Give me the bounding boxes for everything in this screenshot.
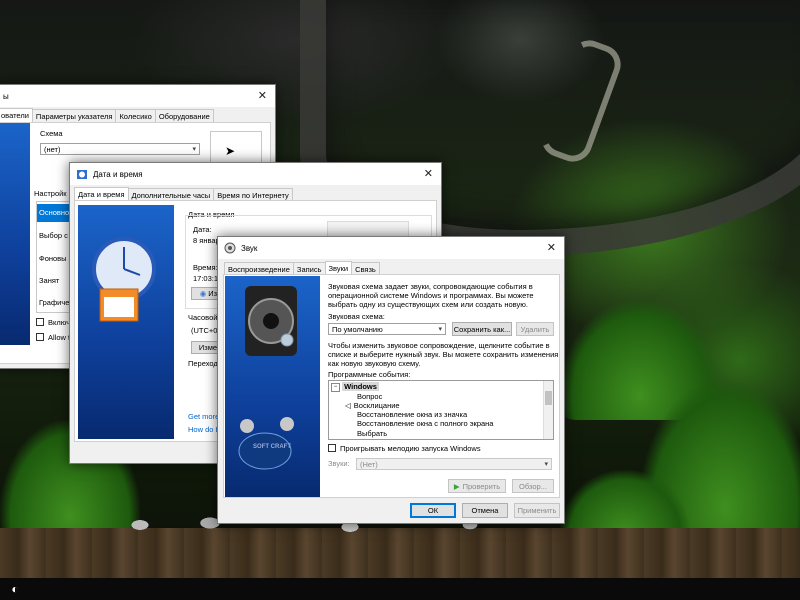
event-item[interactable]: Восстановление окна из значка: [357, 410, 467, 419]
enable-shadow-checkbox[interactable]: [36, 318, 44, 326]
allow-themes-checkbox[interactable]: [36, 333, 44, 341]
speaker-small-icon: ◁: [345, 401, 351, 410]
date-value: 8 январ: [193, 236, 220, 245]
close-icon[interactable]: ✕: [258, 89, 267, 102]
sound-scheme-label: Звуковая схема:: [328, 312, 385, 321]
play-startup-label: Проигрывать мелодию запуска Windows: [340, 444, 481, 453]
ok-button[interactable]: ОК: [410, 503, 456, 518]
collapse-icon[interactable]: −: [331, 382, 340, 392]
time-label: Время:: [193, 263, 218, 272]
chevron-down-icon: ▾: [438, 326, 442, 333]
pointer-preview-image: [0, 123, 30, 345]
cancel-button[interactable]: Отмена: [462, 503, 508, 518]
pointer-scheme-select[interactable]: (нет) ▾: [40, 143, 200, 155]
sound-scheme-select[interactable]: По умолчанию ▾: [328, 323, 446, 335]
timezone-label: Часовой: [188, 313, 218, 322]
mouse-window-title: ы: [3, 91, 9, 101]
play-startup-checkbox[interactable]: [328, 444, 336, 452]
get-more-link[interactable]: Get more: [188, 412, 219, 421]
chevron-down-icon: ▾: [544, 461, 548, 468]
dst-label: Переход: [188, 359, 218, 368]
datetime-window-title: Дата и время: [93, 169, 143, 179]
save-as-button[interactable]: Сохранить как...: [452, 322, 512, 336]
cursor-list-item[interactable]: Занят: [39, 276, 59, 285]
taskbar: ◐: [0, 578, 800, 600]
scrollbar-thumb[interactable]: [545, 391, 552, 405]
datetime-icon: [77, 170, 87, 179]
program-events-label: Программные события:: [328, 370, 411, 379]
shield-icon: ◉: [199, 289, 207, 298]
cursor-list-item[interactable]: Фоновы: [39, 254, 67, 263]
clock-calendar-icon: [92, 237, 156, 322]
start-orb-icon: ◐: [11, 582, 19, 596]
close-icon[interactable]: ✕: [424, 167, 433, 180]
sound-side-image: SOFT CRAFT: [225, 276, 320, 497]
test-sound-button[interactable]: ▶ Проверить: [448, 479, 506, 493]
event-group-windows[interactable]: − Windows: [331, 382, 379, 392]
event-item[interactable]: ◁ Восклицание: [345, 401, 400, 410]
sounds-select[interactable]: (Нет) ▾: [356, 458, 552, 470]
cursor-list-item[interactable]: Графиче: [39, 298, 69, 307]
close-icon[interactable]: ✕: [547, 241, 556, 254]
pointer-scheme-value: (нет): [44, 144, 61, 154]
scheme-label: Схема: [40, 129, 63, 138]
event-item[interactable]: Выбрать: [357, 429, 387, 438]
browse-button[interactable]: Обзор...: [512, 479, 554, 493]
sound-window[interactable]: Звук ✕ Воспроизведение Запись Звуки Связ…: [217, 236, 565, 524]
chevron-down-icon: ▾: [192, 146, 196, 153]
sounds-tab-panel: SOFT CRAFT Звуковая схема задает звуки, …: [223, 274, 560, 498]
sound-scheme-value: По умолчанию: [332, 324, 383, 334]
sound-window-titlebar[interactable]: Звук ✕: [218, 237, 564, 259]
instructions-text: Чтобы изменить звуковое сопровождение, щ…: [328, 341, 559, 368]
customize-label: Настройк: [34, 189, 67, 198]
mouse-window-titlebar[interactable]: ы ✕: [0, 85, 275, 107]
enable-shadow-label: Включ: [48, 318, 71, 327]
event-item[interactable]: Восстановление окна с полного экрана: [357, 419, 493, 428]
speaker-graphic: [238, 286, 297, 470]
wallpaper-wooden-floor: [0, 528, 800, 578]
start-button[interactable]: ◐: [0, 578, 30, 600]
program-events-list[interactable]: − Windows Вопрос ◁ Восклицание Восстановл…: [328, 380, 554, 440]
datetime-side-image: [78, 205, 174, 439]
cursor-arrow-icon: ➤: [225, 144, 236, 158]
apply-button[interactable]: Применить: [514, 503, 560, 518]
delete-scheme-button[interactable]: Удалить: [516, 322, 554, 336]
scheme-description: Звуковая схема задает звуки, сопровождаю…: [328, 282, 534, 309]
sounds-value: (Нет): [360, 459, 378, 469]
events-scrollbar[interactable]: [543, 381, 553, 439]
event-item[interactable]: Вопрос: [357, 392, 382, 401]
speaker-icon: [224, 242, 236, 254]
how-do-i-link[interactable]: How do I: [188, 425, 218, 434]
sound-window-title: Звук: [241, 243, 258, 253]
soft-craft-logo: SOFT CRAFT: [253, 444, 291, 450]
datetime-window-titlebar[interactable]: Дата и время ✕: [70, 163, 441, 185]
date-label: Дата:: [193, 225, 212, 234]
tab-pointers[interactable]: ователи: [0, 108, 33, 123]
test-sound-label: Проверить: [462, 481, 501, 491]
play-icon: ▶: [453, 481, 460, 491]
cursor-list-item[interactable]: Выбор с: [39, 231, 68, 240]
sounds-label: Звуки:: [328, 459, 350, 468]
